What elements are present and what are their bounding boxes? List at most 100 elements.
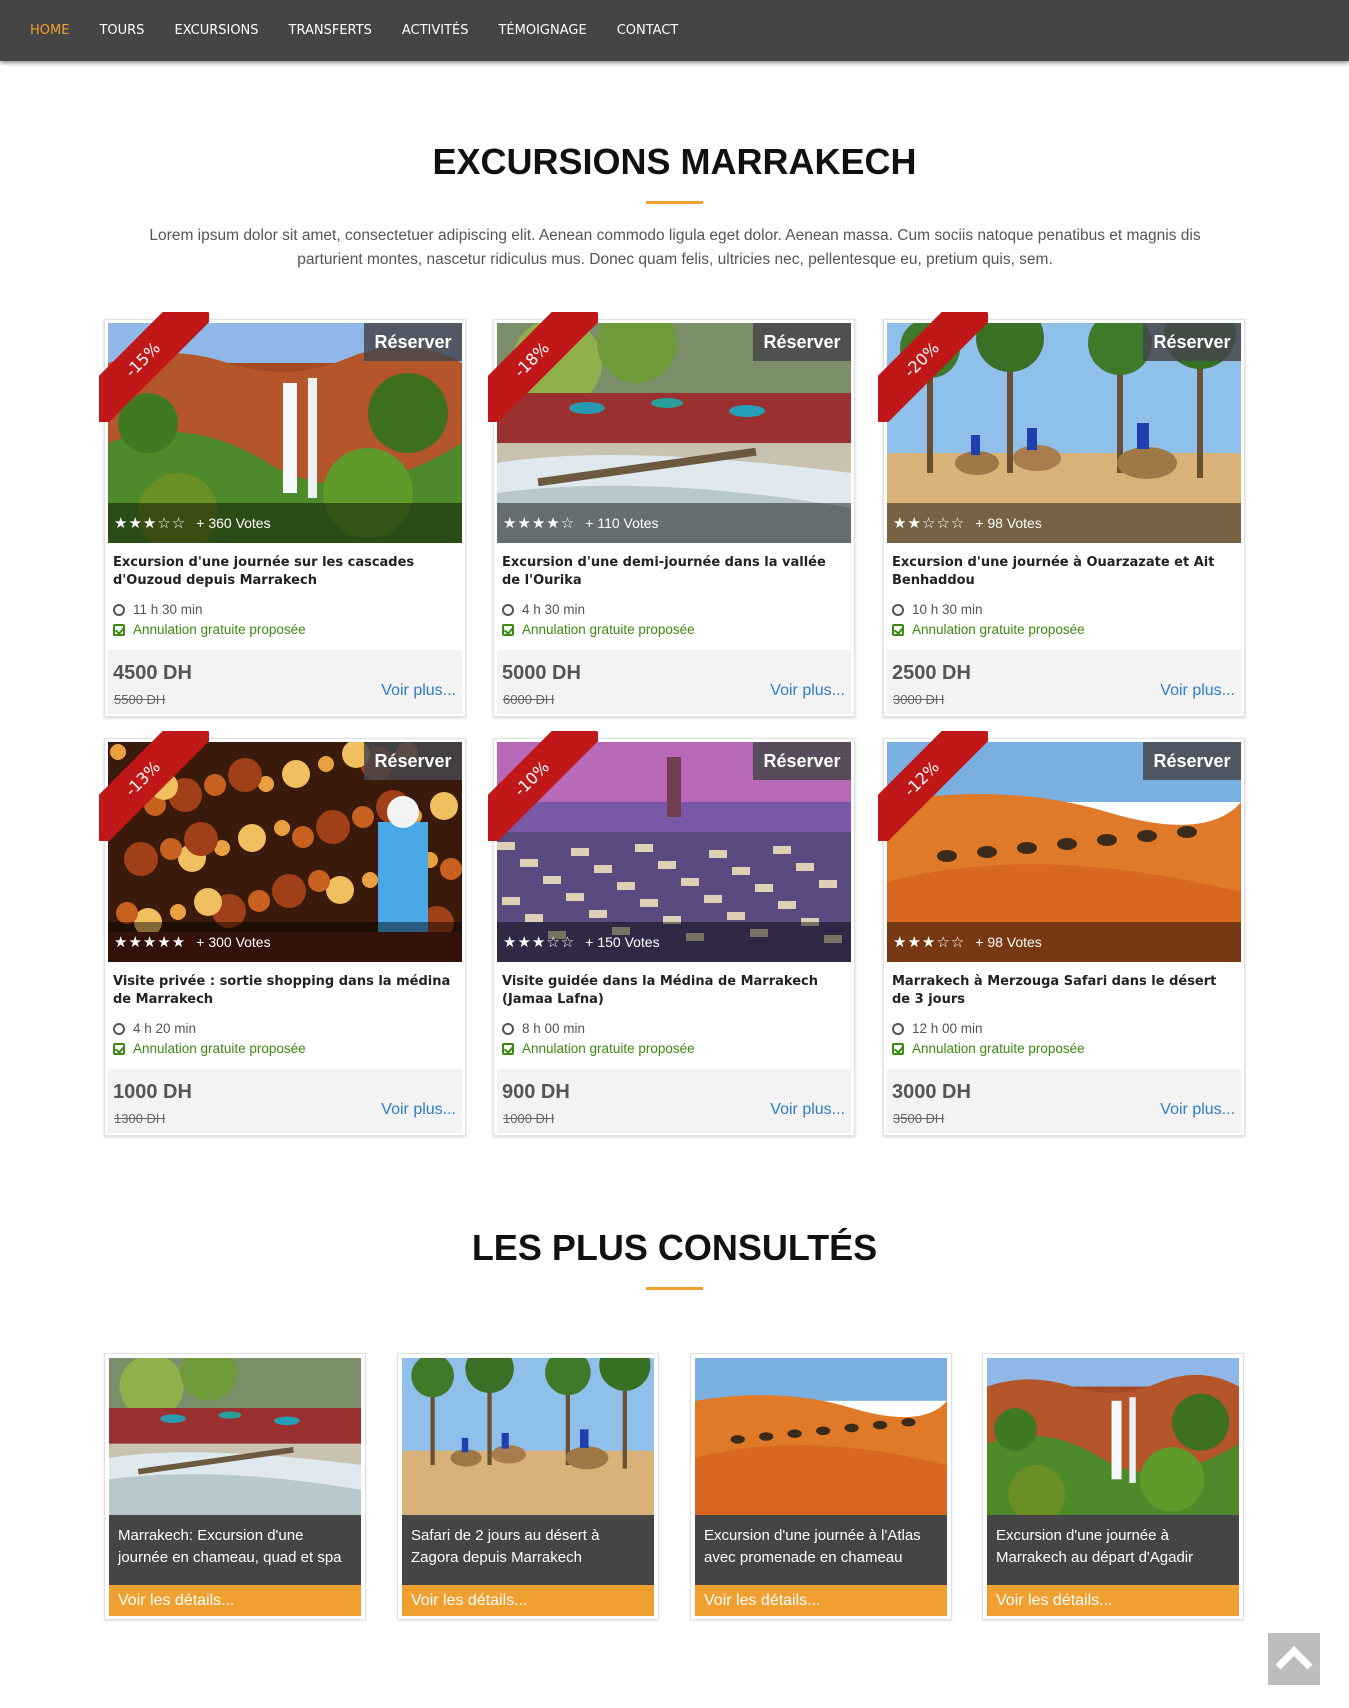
card-title[interactable]: Excursion d'une journée sur les cascades…	[113, 554, 458, 590]
discount-ribbon: -20%	[878, 312, 988, 422]
free-cancellation: Annulation gratuite proposée	[113, 622, 306, 637]
popular-card[interactable]: Marrakech: Excursion d'une journée en ch…	[104, 1353, 366, 1620]
old-price: 1300 DH	[114, 1111, 166, 1126]
nav-transferts[interactable]: TRANSFERTS	[274, 23, 387, 38]
clock-icon	[892, 603, 904, 616]
duration: 10 h 30 min	[892, 602, 983, 617]
see-more-link[interactable]: Voir plus...	[1160, 1101, 1235, 1119]
reserve-button[interactable]: Réserver	[753, 323, 851, 361]
popular-caption[interactable]: Excursion d'une journée à l'Atlas avec p…	[695, 1515, 947, 1585]
card-footer: 3000 DH 3500 DH Voir plus...	[887, 1069, 1241, 1133]
rating-bar: ★★★☆☆ + 360 Votes	[108, 503, 462, 543]
star-rating: ★★★★★	[114, 933, 187, 951]
nav-contact[interactable]: CONTACT	[602, 23, 694, 38]
title-underline	[646, 201, 703, 204]
rating-bar: ★★★☆☆ + 98 Votes	[887, 922, 1241, 962]
check-square-icon	[892, 1042, 904, 1055]
popular-image[interactable]	[402, 1358, 654, 1515]
cancel-text: Annulation gratuite proposée	[522, 622, 695, 637]
excursion-card[interactable]: -10% Réserver ★★★☆☆ + 150 Votes Visite g…	[488, 731, 855, 1136]
excursion-card[interactable]: -18% Réserver ★★★★☆ + 110 Votes Excursio…	[488, 312, 855, 717]
votes-count: + 150 Votes	[585, 934, 660, 950]
cancel-text: Annulation gratuite proposée	[912, 1041, 1085, 1056]
reserve-button[interactable]: Réserver	[364, 742, 462, 780]
duration-text: 10 h 30 min	[912, 602, 983, 617]
popular-caption[interactable]: Safari de 2 jours au désert à Zagora dep…	[402, 1515, 654, 1585]
see-more-link[interactable]: Voir plus...	[770, 682, 845, 700]
check-square-icon	[502, 623, 514, 636]
discount-ribbon: -15%	[99, 312, 209, 422]
discount-ribbon: -13%	[99, 731, 209, 841]
nav-activites[interactable]: ACTIVITÉS	[387, 23, 484, 38]
old-price: 3500 DH	[893, 1111, 945, 1126]
rating-bar: ★★★★☆ + 110 Votes	[497, 503, 851, 543]
nav-tours[interactable]: TOURS	[84, 23, 159, 38]
see-more-link[interactable]: Voir plus...	[770, 1101, 845, 1119]
duration-text: 4 h 20 min	[133, 1021, 197, 1036]
clock-icon	[113, 1022, 125, 1035]
excursion-card[interactable]: -20% Réserver ★★☆☆☆ + 98 Votes Excursion…	[878, 312, 1245, 717]
rating-bar: ★★☆☆☆ + 98 Votes	[887, 503, 1241, 543]
title-underline	[646, 1287, 703, 1290]
price: 900 DH	[502, 1081, 570, 1103]
waterfall-photo	[987, 1358, 1239, 1515]
nav-temoignage[interactable]: TÉMOIGNAGE	[483, 23, 601, 38]
duration-text: 8 h 00 min	[522, 1021, 586, 1036]
price: 3000 DH	[892, 1081, 971, 1103]
card-title[interactable]: Excursion d'une journée à Ouarzazate et …	[892, 554, 1237, 590]
reserve-button[interactable]: Réserver	[364, 323, 462, 361]
details-button[interactable]: Voir les détails...	[695, 1585, 947, 1616]
reserve-button[interactable]: Réserver	[1143, 742, 1241, 780]
nav-excursions[interactable]: EXCURSIONS	[159, 23, 273, 38]
section-title-popular: LES PLUS CONSULTÉS	[471, 1227, 878, 1268]
cancel-text: Annulation gratuite proposée	[133, 622, 306, 637]
popular-card[interactable]: Excursion d'une journée à l'Atlas avec p…	[690, 1353, 952, 1620]
card-title[interactable]: Marrakech à Merzouga Safari dans le dése…	[892, 973, 1237, 1009]
scroll-to-top-button[interactable]	[1268, 1633, 1320, 1685]
rating-bar: ★★★★★ + 300 Votes	[108, 922, 462, 962]
see-more-link[interactable]: Voir plus...	[1160, 682, 1235, 700]
discount-label: -15%	[99, 312, 209, 422]
details-button[interactable]: Voir les détails...	[109, 1585, 361, 1616]
reserve-button[interactable]: Réserver	[753, 742, 851, 780]
popular-card[interactable]: Excursion d'une journée à Marrakech au d…	[982, 1353, 1244, 1620]
clock-icon	[502, 603, 514, 616]
clock-icon	[113, 603, 125, 616]
river-photo	[109, 1358, 361, 1515]
clock-icon	[892, 1022, 904, 1035]
star-rating: ★★☆☆☆	[893, 514, 966, 532]
popular-image[interactable]	[987, 1358, 1239, 1515]
see-more-link[interactable]: Voir plus...	[381, 1101, 456, 1119]
rating-bar: ★★★☆☆ + 150 Votes	[497, 922, 851, 962]
duration: 12 h 00 min	[892, 1021, 983, 1036]
details-button[interactable]: Voir les détails...	[402, 1585, 654, 1616]
excursion-card[interactable]: -13% Réserver ★★★★★ + 300 Votes Visite p…	[99, 731, 466, 1136]
card-title[interactable]: Visite privée : sortie shopping dans la …	[113, 973, 458, 1009]
discount-label: -10%	[488, 731, 598, 841]
excursion-card[interactable]: -15% Réserver ★★★☆☆ + 360 Votes Excursio…	[99, 312, 466, 717]
popular-caption[interactable]: Marrakech: Excursion d'une journée en ch…	[109, 1515, 361, 1585]
palms-photo	[402, 1358, 654, 1515]
star-rating: ★★★☆☆	[893, 933, 966, 951]
check-square-icon	[502, 1042, 514, 1055]
star-rating: ★★★☆☆	[503, 933, 576, 951]
votes-count: + 98 Votes	[975, 934, 1042, 950]
popular-card[interactable]: Safari de 2 jours au désert à Zagora dep…	[397, 1353, 659, 1620]
popular-caption[interactable]: Excursion d'une journée à Marrakech au d…	[987, 1515, 1239, 1585]
reserve-button[interactable]: Réserver	[1143, 323, 1241, 361]
details-button[interactable]: Voir les détails...	[987, 1585, 1239, 1616]
see-more-link[interactable]: Voir plus...	[381, 682, 456, 700]
popular-image[interactable]	[109, 1358, 361, 1515]
star-rating: ★★★☆☆	[114, 514, 187, 532]
price: 1000 DH	[113, 1081, 192, 1103]
check-square-icon	[113, 623, 125, 636]
desert-photo	[695, 1358, 947, 1515]
card-title[interactable]: Visite guidée dans la Médina de Marrakec…	[502, 973, 847, 1009]
cancel-text: Annulation gratuite proposée	[133, 1041, 306, 1056]
discount-ribbon: -12%	[878, 731, 988, 841]
card-title[interactable]: Excursion d'une demi-journée dans la val…	[502, 554, 847, 590]
excursion-card[interactable]: -12% Réserver ★★★☆☆ + 98 Votes Marrakech…	[878, 731, 1245, 1136]
popular-image[interactable]	[695, 1358, 947, 1515]
duration-text: 4 h 30 min	[522, 602, 586, 617]
nav-home[interactable]: HOME	[15, 23, 84, 38]
